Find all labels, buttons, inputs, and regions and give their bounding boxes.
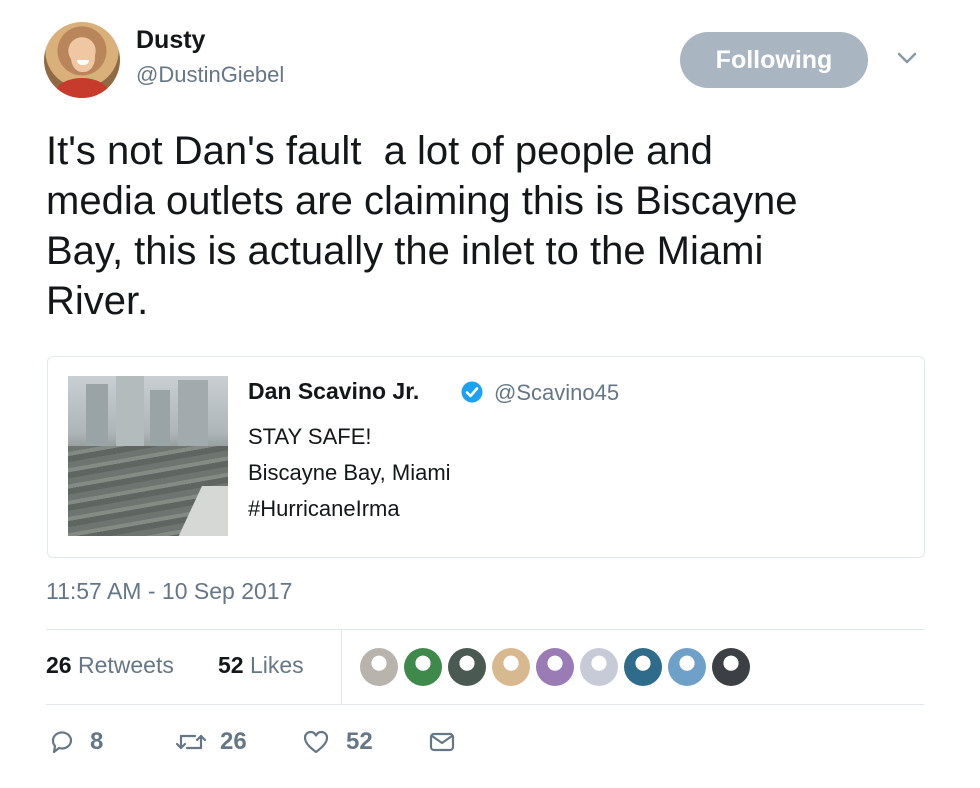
reply-icon[interactable]: [48, 728, 76, 756]
like-icon[interactable]: [302, 728, 330, 756]
likes-stat[interactable]: 52 Likes: [218, 652, 304, 679]
quoted-author-handle[interactable]: @Scavino45: [494, 380, 619, 406]
tweet-text: It's not Dan's fault a lot of people and…: [46, 129, 798, 323]
likes-count: 52: [218, 652, 244, 678]
quoted-author-name[interactable]: Dan Scavino Jr.: [248, 378, 419, 405]
liker-avatar[interactable]: [360, 648, 398, 686]
likes-label: Likes: [249, 652, 304, 678]
author-avatar[interactable]: [44, 22, 120, 98]
verified-badge-icon: [461, 381, 483, 403]
divider: [341, 630, 342, 704]
liker-avatar[interactable]: [712, 648, 750, 686]
liker-avatar[interactable]: [580, 648, 618, 686]
quoted-tweet-line: Biscayne Bay, Miami: [248, 460, 451, 485]
liker-avatar[interactable]: [404, 648, 442, 686]
like-count: 52: [346, 728, 373, 755]
liker-avatar[interactable]: [492, 648, 530, 686]
quoted-tweet-line: STAY SAFE!: [248, 424, 372, 449]
liker-avatar[interactable]: [448, 648, 486, 686]
author-display-name[interactable]: Dusty: [136, 26, 205, 55]
retweets-label: Retweets: [77, 652, 174, 678]
dm-icon[interactable]: [428, 728, 456, 756]
retweets-stat[interactable]: 26 Retweets: [46, 652, 174, 679]
divider: [46, 704, 924, 705]
following-button[interactable]: Following: [680, 32, 868, 88]
quoted-tweet-image[interactable]: [68, 376, 228, 536]
retweet-count: 26: [220, 728, 247, 755]
tweet-timestamp[interactable]: 11:57 AM - 10 Sep 2017: [46, 578, 292, 605]
quoted-tweet-hashtag[interactable]: #HurricaneIrma: [248, 496, 400, 522]
reply-count: 8: [90, 728, 104, 755]
chevron-down-icon[interactable]: [896, 50, 918, 66]
liker-avatar[interactable]: [668, 648, 706, 686]
liker-avatar[interactable]: [536, 648, 574, 686]
retweet-icon[interactable]: [174, 728, 208, 756]
liker-avatar[interactable]: [624, 648, 662, 686]
divider: [46, 629, 924, 630]
author-handle[interactable]: @DustinGiebel: [136, 62, 284, 88]
retweets-count: 26: [46, 652, 72, 678]
